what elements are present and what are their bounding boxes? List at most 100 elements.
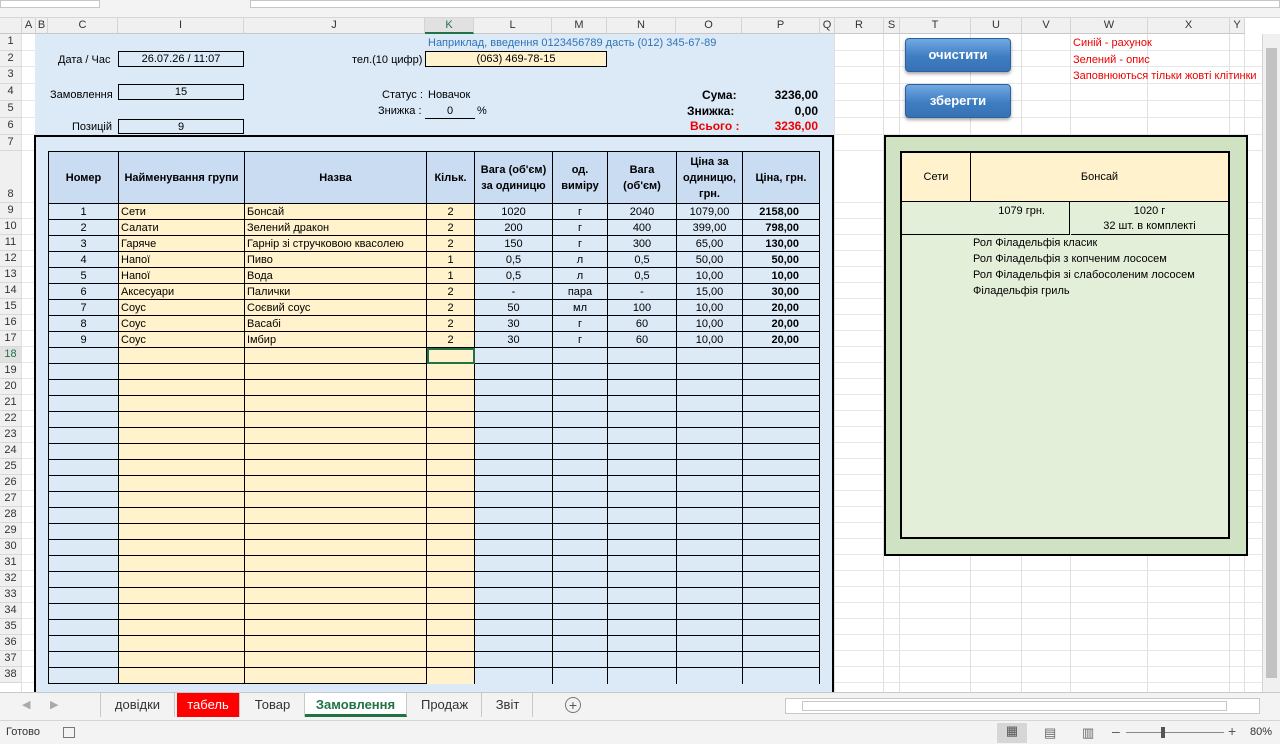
table-cell[interactable] [118,603,245,620]
row-header[interactable]: 31 [0,555,22,571]
table-cell[interactable] [118,571,245,588]
table-cell[interactable] [118,539,245,556]
next-sheet-icon[interactable]: ▶ [50,698,58,711]
table-cell[interactable]: 2 [426,299,475,316]
table-cell[interactable] [426,427,475,444]
save-button[interactable]: зберегти [905,84,1011,118]
table-cell[interactable] [244,491,427,508]
table-cell[interactable] [244,379,427,396]
row-header[interactable]: 29 [0,523,22,539]
column-header[interactable]: M [552,18,607,34]
table-cell[interactable] [244,443,427,460]
row-header[interactable]: 25 [0,459,22,475]
table-cell[interactable] [244,555,427,572]
table-cell[interactable] [118,587,245,604]
row-header[interactable]: 1 [0,34,22,51]
table-cell[interactable] [426,491,475,508]
table-cell[interactable] [118,523,245,540]
column-header[interactable]: Q [820,18,835,34]
zoom-slider-thumb[interactable] [1161,727,1165,738]
table-cell[interactable]: 2 [426,203,475,220]
tab-tabel[interactable]: табель [177,693,240,717]
row-header[interactable]: 3 [0,67,22,84]
prev-sheet-icon[interactable]: ◀ [22,698,30,711]
table-cell[interactable] [118,395,245,412]
column-header[interactable]: P [742,18,820,34]
row-header[interactable]: 21 [0,395,22,411]
row-header[interactable]: 20 [0,379,22,395]
table-cell[interactable] [426,587,475,604]
row-header[interactable]: 18 [0,347,22,363]
table-cell[interactable]: Палички [244,283,427,300]
phone-field[interactable]: (063) 469-78-15 [425,51,607,67]
column-header[interactable]: U [971,18,1022,34]
row-header[interactable]: 28 [0,507,22,523]
table-cell[interactable]: 1 [426,251,475,268]
page-break-icon[interactable]: ▥ [1082,725,1094,741]
row-header[interactable]: 9 [0,203,22,219]
table-cell[interactable] [244,427,427,444]
table-cell[interactable] [426,619,475,636]
table-cell[interactable] [426,411,475,428]
table-cell[interactable]: 1 [426,267,475,284]
column-header[interactable]: B [36,18,48,34]
table-cell[interactable] [244,603,427,620]
row-header[interactable]: 36 [0,635,22,651]
table-cell[interactable] [244,411,427,428]
row-header[interactable]: 17 [0,331,22,347]
table-cell[interactable] [426,459,475,476]
table-cell[interactable]: Салати [118,219,245,236]
table-cell[interactable] [244,539,427,556]
scroll-thumb[interactable] [1266,48,1277,678]
table-cell[interactable] [426,603,475,620]
table-cell[interactable] [426,571,475,588]
column-header[interactable]: T [900,18,971,34]
add-sheet-icon[interactable]: + [565,697,581,713]
order-number-field[interactable]: 15 [118,84,244,100]
active-cell[interactable] [426,347,475,364]
row-header[interactable]: 35 [0,619,22,635]
row-header[interactable]: 8 [0,151,22,203]
table-cell[interactable]: Вода [244,267,427,284]
table-cell[interactable] [426,507,475,524]
table-cell[interactable] [118,443,245,460]
table-cell[interactable] [118,379,245,396]
table-cell[interactable]: Бонсай [244,203,427,220]
table-cell[interactable] [244,587,427,604]
column-header[interactable]: V [1022,18,1071,34]
table-cell[interactable]: 2 [426,331,475,348]
column-header[interactable]: X [1148,18,1230,34]
tab-prodazh[interactable]: Продаж [408,693,482,717]
row-header[interactable]: 33 [0,587,22,603]
table-cell[interactable]: 2 [426,283,475,300]
row-header[interactable]: 19 [0,363,22,379]
table-cell[interactable]: Соус [118,331,245,348]
formula-input[interactable] [250,0,1280,8]
date-field[interactable]: 26.07.26 / 11:07 [118,51,244,67]
table-cell[interactable]: Васабі [244,315,427,332]
table-cell[interactable] [118,555,245,572]
tab-tovar[interactable]: Товар [241,693,305,717]
row-header[interactable]: 26 [0,475,22,491]
row-header[interactable]: 27 [0,491,22,507]
table-cell[interactable] [426,395,475,412]
name-box[interactable] [0,0,100,8]
row-header[interactable]: 15 [0,299,22,315]
row-header[interactable]: 2 [0,51,22,67]
table-cell[interactable] [244,635,427,652]
table-cell[interactable] [244,571,427,588]
table-cell[interactable] [118,411,245,428]
table-cell[interactable] [118,667,245,684]
table-cell[interactable]: Гаряче [118,235,245,252]
table-cell[interactable] [244,619,427,636]
table-cell[interactable] [426,539,475,556]
table-cell[interactable] [426,443,475,460]
row-header[interactable]: 30 [0,539,22,555]
table-cell[interactable] [118,427,245,444]
row-header[interactable]: 7 [0,135,22,151]
table-cell[interactable]: Соус [118,315,245,332]
table-cell[interactable]: Напої [118,267,245,284]
table-cell[interactable] [426,555,475,572]
table-cell[interactable] [244,475,427,492]
table-cell[interactable] [426,379,475,396]
